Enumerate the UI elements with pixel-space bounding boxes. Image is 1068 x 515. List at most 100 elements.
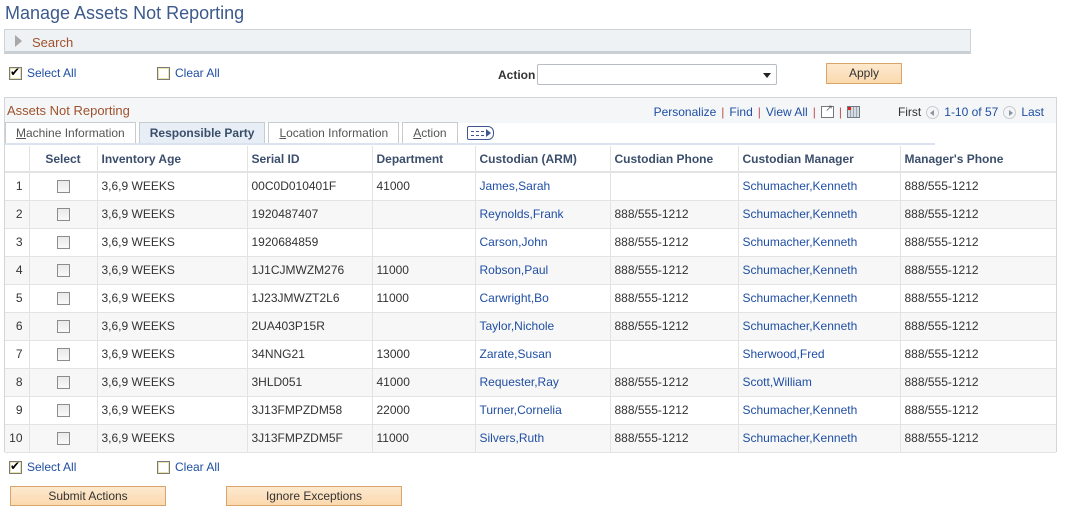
tab-location-information[interactable]: Location Information bbox=[268, 122, 400, 143]
custodian-phone-cell: 888/555-1212 bbox=[609, 283, 739, 313]
apply-button[interactable]: Apply bbox=[826, 63, 902, 84]
action-select[interactable] bbox=[537, 64, 777, 85]
custodian-link[interactable]: Taylor,Nichole bbox=[480, 319, 555, 333]
row-select-checkbox[interactable] bbox=[56, 208, 70, 222]
dropdown-arrow-icon bbox=[763, 73, 771, 78]
tab-machine-information[interactable]: Machine Information bbox=[5, 122, 136, 143]
select-cell bbox=[28, 199, 98, 229]
inventory-age-cell: 3,6,9 WEEKS bbox=[96, 311, 248, 341]
grid-tabs: Machine Information Responsible Party Lo… bbox=[5, 122, 494, 144]
next-page-icon[interactable] bbox=[1003, 105, 1017, 119]
tab-label: achine Information bbox=[26, 126, 125, 140]
row-select-checkbox[interactable] bbox=[56, 432, 70, 446]
row-select-checkbox[interactable] bbox=[56, 376, 70, 390]
inventory-age-cell: 3,6,9 WEEKS bbox=[96, 367, 248, 397]
custodian-phone-cell bbox=[609, 171, 739, 201]
first-link[interactable]: First bbox=[898, 105, 921, 119]
grid-header-bar: Assets Not Reporting Personalize | Find … bbox=[5, 98, 1056, 123]
select-all-label: Select All bbox=[27, 460, 77, 474]
nav-separator: | bbox=[757, 105, 761, 119]
custodian-link[interactable]: Robson,Paul bbox=[480, 263, 549, 277]
serial-id-cell: 1920487407 bbox=[246, 199, 373, 229]
download-excel-icon[interactable] bbox=[846, 106, 860, 118]
table-row: 4 3,6,9 WEEKS 1J1CJMWZM276 11000 Robson,Paul… bbox=[5, 255, 1056, 285]
manager-phone-cell: 888/555-1212 bbox=[899, 171, 1056, 201]
custodian-phone-cell: 888/555-1212 bbox=[609, 199, 739, 229]
personalize-link[interactable]: Personalize bbox=[654, 105, 717, 119]
zoom-grid-icon[interactable] bbox=[820, 103, 834, 118]
checkbox-checked-icon bbox=[9, 65, 22, 80]
serial-id-cell: 1J1CJMWZM276 bbox=[246, 255, 373, 285]
manager-cell: Schumacher,Kenneth bbox=[737, 255, 901, 285]
manager-cell: Schumacher,Kenneth bbox=[737, 283, 901, 313]
table-row: 5 3,6,9 WEEKS 1J23JMWZT2L6 11000 Carwright,B… bbox=[5, 283, 1056, 313]
ignore-exceptions-button[interactable]: Ignore Exceptions bbox=[226, 486, 402, 506]
manager-link[interactable]: Schumacher,Kenneth bbox=[743, 291, 858, 305]
inventory-age-cell: 3,6,9 WEEKS bbox=[96, 227, 248, 257]
row-number: 3 bbox=[5, 227, 30, 257]
view-all-link[interactable]: View All bbox=[766, 105, 808, 119]
column-header-custodian-phone[interactable]: Custodian Phone bbox=[609, 146, 739, 173]
row-select-checkbox[interactable] bbox=[56, 264, 70, 278]
show-all-columns-icon[interactable] bbox=[466, 126, 494, 140]
search-section-label: Search bbox=[32, 35, 74, 50]
row-select-checkbox[interactable] bbox=[56, 236, 70, 250]
manager-phone-cell: 888/555-1212 bbox=[899, 283, 1056, 313]
row-select-checkbox[interactable] bbox=[56, 292, 70, 306]
manager-phone-cell: 888/555-1212 bbox=[899, 395, 1056, 425]
clear-all-bottom[interactable]: Clear All bbox=[157, 460, 220, 474]
manager-link[interactable]: Schumacher,Kenneth bbox=[743, 235, 858, 249]
tab-responsible-party[interactable]: Responsible Party bbox=[138, 122, 266, 143]
manager-link[interactable]: Sherwood,Fred bbox=[743, 347, 825, 361]
select-all-bottom[interactable]: Select All bbox=[9, 459, 77, 474]
manager-link[interactable]: Schumacher,Kenneth bbox=[743, 207, 858, 221]
row-select-checkbox[interactable] bbox=[56, 320, 70, 334]
custodian-link[interactable]: Turner,Cornelia bbox=[480, 403, 562, 417]
department-cell: 41000 bbox=[371, 367, 476, 397]
manager-phone-cell: 888/555-1212 bbox=[899, 311, 1056, 341]
custodian-link[interactable]: Carson,John bbox=[480, 235, 548, 249]
manager-link[interactable]: Scott,William bbox=[743, 375, 812, 389]
row-select-checkbox[interactable] bbox=[56, 348, 70, 362]
row-number: 8 bbox=[5, 367, 30, 397]
manager-cell: Schumacher,Kenneth bbox=[737, 311, 901, 341]
inventory-age-cell: 3,6,9 WEEKS bbox=[96, 283, 248, 313]
previous-page-icon[interactable] bbox=[926, 105, 940, 119]
manager-phone-cell: 888/555-1212 bbox=[899, 367, 1056, 397]
manager-link[interactable]: Schumacher,Kenneth bbox=[743, 431, 858, 445]
last-link[interactable]: Last bbox=[1021, 105, 1044, 119]
manager-cell: Sherwood,Fred bbox=[737, 339, 901, 369]
manager-link[interactable]: Schumacher,Kenneth bbox=[743, 403, 858, 417]
custodian-link[interactable]: Zarate,Susan bbox=[480, 347, 552, 361]
manager-link[interactable]: Schumacher,Kenneth bbox=[743, 263, 858, 277]
manager-link[interactable]: Schumacher,Kenneth bbox=[743, 319, 858, 333]
custodian-link[interactable]: Silvers,Ruth bbox=[480, 431, 545, 445]
column-header-inventory-age[interactable]: Inventory Age bbox=[96, 146, 248, 173]
department-cell bbox=[371, 311, 476, 341]
custodian-link[interactable]: James,Sarah bbox=[480, 179, 551, 193]
custodian-link[interactable]: Carwright,Bo bbox=[480, 291, 549, 305]
custodian-link[interactable]: Requester,Ray bbox=[480, 375, 559, 389]
column-header-managers-phone[interactable]: Manager's Phone bbox=[899, 146, 1056, 173]
serial-id-cell: 00C0D010401F bbox=[246, 171, 373, 201]
clear-all-top[interactable]: Clear All bbox=[157, 66, 220, 80]
find-link[interactable]: Find bbox=[729, 105, 752, 119]
manager-phone-cell: 888/555-1212 bbox=[899, 423, 1056, 453]
table-header-row: Select Inventory Age Serial ID Departmen… bbox=[5, 146, 1056, 173]
column-header-department[interactable]: Department bbox=[371, 146, 476, 173]
row-select-checkbox[interactable] bbox=[56, 180, 70, 194]
row-select-checkbox[interactable] bbox=[56, 404, 70, 418]
search-section-toggle[interactable]: Search bbox=[4, 29, 971, 54]
column-header-custodian-manager[interactable]: Custodian Manager bbox=[737, 146, 901, 173]
submit-actions-button[interactable]: Submit Actions bbox=[10, 486, 166, 506]
checkbox-checked-icon bbox=[9, 459, 22, 474]
column-header-custodian[interactable]: Custodian (ARM) bbox=[474, 146, 611, 173]
column-header-serial-id[interactable]: Serial ID bbox=[246, 146, 373, 173]
tab-label: Responsible Party bbox=[149, 126, 255, 140]
action-label: Action bbox=[498, 68, 536, 82]
custodian-link[interactable]: Reynolds,Frank bbox=[480, 207, 564, 221]
tab-action[interactable]: Action bbox=[402, 122, 458, 143]
manager-link[interactable]: Schumacher,Kenneth bbox=[743, 179, 858, 193]
select-cell bbox=[28, 339, 98, 369]
select-all-top[interactable]: Select All bbox=[9, 65, 76, 80]
